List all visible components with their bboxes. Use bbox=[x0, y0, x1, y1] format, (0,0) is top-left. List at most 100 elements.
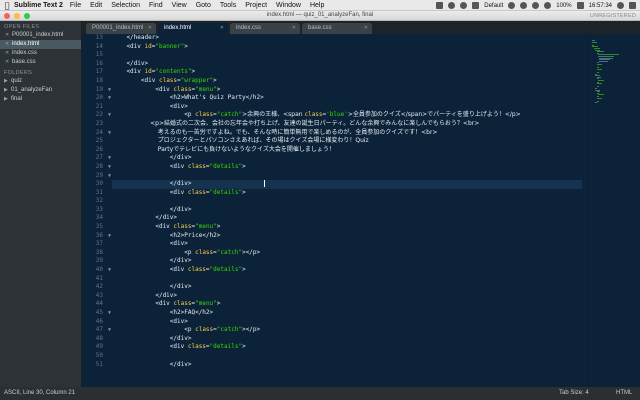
code-line[interactable]: </div> bbox=[112, 361, 582, 370]
code-line[interactable]: </div> bbox=[112, 214, 582, 223]
notification-center-icon[interactable] bbox=[629, 2, 636, 9]
code-line[interactable] bbox=[112, 275, 582, 284]
fold-arrow-icon[interactable]: ▼ bbox=[108, 129, 111, 138]
code-line[interactable]: <h2>Price</h2> bbox=[112, 232, 582, 241]
tab-index-css[interactable]: index.css ✕ bbox=[230, 23, 300, 34]
fold-arrow-icon[interactable]: ▼ bbox=[108, 94, 111, 103]
code-line[interactable]: </div> bbox=[112, 283, 582, 292]
syntax-selector[interactable]: HTML bbox=[616, 390, 632, 396]
fold-arrow-icon[interactable]: ▼ bbox=[108, 86, 111, 95]
code-line[interactable]: <div> bbox=[112, 240, 582, 249]
code-line[interactable]: 考えるのも一苦労ですよね。でも、そんな時に簡単無用で楽しめるのが、全員参加のクイ… bbox=[112, 129, 582, 138]
close-file-icon[interactable]: ✕ bbox=[5, 32, 9, 39]
close-tab-icon[interactable]: ✕ bbox=[220, 25, 224, 31]
sidebar-open-file-index-html[interactable]: ✕ index.html bbox=[0, 40, 81, 49]
menu-help[interactable]: Help bbox=[310, 2, 324, 9]
fold-arrow-icon[interactable]: ▼ bbox=[108, 326, 111, 335]
close-tab-icon[interactable]: ✕ bbox=[148, 25, 152, 31]
code-line[interactable]: プロジェクターとパソコンさえあれば、その場はクイズ会場に様変わり！Quiz bbox=[112, 137, 582, 146]
bluetooth-icon[interactable] bbox=[508, 2, 516, 9]
code-line[interactable]: </div> bbox=[112, 335, 582, 344]
code-line[interactable]: <div class="details"> bbox=[112, 189, 582, 198]
disclosure-triangle-icon[interactable]: ▶ bbox=[4, 96, 11, 103]
close-tab-icon[interactable]: ✕ bbox=[364, 25, 368, 31]
code-line[interactable]: <div class="details"> bbox=[112, 163, 582, 172]
input-method-icon[interactable] bbox=[436, 2, 444, 9]
battery-percent[interactable]: 100% bbox=[556, 3, 571, 9]
code-line[interactable]: <p>結婚式の二次会、会社の忘年会や打ち上げ、友達の誕生日パーティ。どんな余興で… bbox=[112, 120, 582, 129]
code-line[interactable] bbox=[112, 197, 582, 206]
sidebar-open-file-index-css[interactable]: ✕ index.css bbox=[0, 49, 81, 58]
fold-arrow-icon[interactable]: ▼ bbox=[108, 111, 111, 120]
fold-arrow-icon[interactable]: ▼ bbox=[108, 266, 111, 275]
clock[interactable]: 16:57:34 bbox=[589, 3, 612, 9]
fold-arrow-icon[interactable]: ▼ bbox=[108, 309, 111, 318]
menu-tools[interactable]: Tools bbox=[220, 2, 236, 9]
code-line[interactable]: </header> bbox=[112, 34, 582, 43]
app-tray-icon[interactable] bbox=[472, 2, 480, 9]
spotlight-search-icon[interactable] bbox=[617, 2, 624, 9]
code-area[interactable]: </header> <div id="banner"> </div> <div … bbox=[112, 34, 582, 369]
code-line[interactable]: <div class="details"> bbox=[112, 266, 582, 275]
menu-project[interactable]: Project bbox=[245, 2, 267, 9]
code-line[interactable] bbox=[112, 352, 582, 361]
battery-icon[interactable] bbox=[576, 2, 584, 9]
menu-window[interactable]: Window bbox=[276, 2, 301, 9]
code-line[interactable]: <p class="catch"></p> bbox=[112, 326, 582, 335]
menu-goto[interactable]: Goto bbox=[196, 2, 211, 9]
fold-arrow-icon[interactable]: ▼ bbox=[108, 154, 111, 163]
menu-edit[interactable]: Edit bbox=[90, 2, 102, 9]
close-file-icon[interactable]: ✕ bbox=[5, 41, 9, 48]
apple-menu-icon[interactable]:  bbox=[0, 1, 14, 10]
code-line[interactable]: <div> bbox=[112, 318, 582, 327]
code-line[interactable]: </div> bbox=[112, 257, 582, 266]
wifi-icon[interactable] bbox=[532, 2, 540, 9]
menu-find[interactable]: Find bbox=[149, 2, 163, 9]
dropbox-icon[interactable] bbox=[448, 2, 456, 9]
code-line[interactable]: <div class="menu"> bbox=[112, 300, 582, 309]
minimap[interactable] bbox=[587, 34, 640, 387]
display-profile-label[interactable]: Default bbox=[484, 3, 503, 9]
sidebar-folder-final[interactable]: ▶ final bbox=[0, 95, 81, 104]
time-machine-icon[interactable] bbox=[520, 2, 528, 9]
tab-size-selector[interactable]: Tab Size: 4 bbox=[559, 390, 589, 396]
code-line[interactable]: </div> bbox=[112, 292, 582, 301]
code-line[interactable]: Partyでテレビにも負けないようなクイズ大会を開催しましょう！ bbox=[112, 146, 582, 155]
close-tab-icon[interactable]: ✕ bbox=[292, 25, 296, 31]
code-line[interactable]: <div id="banner"> bbox=[112, 43, 582, 52]
code-line[interactable]: <div class="menu"> bbox=[112, 223, 582, 232]
fold-arrow-icon[interactable]: ▼ bbox=[108, 172, 111, 181]
close-file-icon[interactable]: ✕ bbox=[5, 50, 9, 57]
app-menu[interactable]: Sublime Text 2 bbox=[14, 2, 63, 9]
menu-selection[interactable]: Selection bbox=[111, 2, 140, 9]
code-line[interactable] bbox=[112, 51, 582, 60]
code-line[interactable]: <div class="menu"> bbox=[112, 86, 582, 95]
code-line[interactable]: <p class="catch">余興の王様、<span class='blue… bbox=[112, 111, 582, 120]
sidebar-open-file-base-css[interactable]: ✕ base.css bbox=[0, 58, 81, 67]
disclosure-triangle-icon[interactable]: ▶ bbox=[4, 78, 11, 85]
sidebar-open-file-p00001[interactable]: ✕ P00001_index.html bbox=[0, 31, 81, 40]
code-line[interactable]: </div> bbox=[112, 180, 582, 189]
code-line[interactable]: </div> bbox=[112, 206, 582, 215]
code-line[interactable]: </div> bbox=[112, 60, 582, 69]
close-file-icon[interactable]: ✕ bbox=[5, 59, 9, 66]
tab-index-html[interactable]: index.html ✕ bbox=[158, 23, 228, 34]
fold-arrow-icon[interactable]: ▼ bbox=[108, 232, 111, 241]
code-line[interactable]: </div> bbox=[112, 154, 582, 163]
menu-view[interactable]: View bbox=[172, 2, 187, 9]
fold-arrow-icon[interactable]: ▼ bbox=[108, 163, 111, 172]
code-line[interactable]: <div class="details"> bbox=[112, 343, 582, 352]
code-line[interactable]: <h2>What's Quiz Party</h2> bbox=[112, 94, 582, 103]
code-line[interactable]: <div class="wrapper"> bbox=[112, 77, 582, 86]
sidebar-folder-01-analyzefan[interactable]: ▶ 01_analyzeFan bbox=[0, 86, 81, 95]
tab-p00001-index-html[interactable]: P00001_index.html ✕ bbox=[86, 23, 156, 34]
code-editor[interactable]: 13 14 15 16 17 18 19 ▼ 20 ▼ 21 22 ▼ 23 24 ▼ 25 26 27 ▼ 28 ▼ 29… bbox=[82, 34, 587, 387]
sidebar-folder-quiz[interactable]: ▶ quiz bbox=[0, 77, 81, 86]
tab-base-css[interactable]: base.css ✕ bbox=[302, 23, 372, 34]
code-line[interactable]: <p class="catch"></p> bbox=[112, 249, 582, 258]
cloud-icon[interactable] bbox=[460, 2, 468, 9]
menu-file[interactable]: File bbox=[70, 2, 81, 9]
code-line[interactable]: <div id="contents"> bbox=[112, 68, 582, 77]
code-line[interactable]: <h2>FAQ</h2> bbox=[112, 309, 582, 318]
code-line[interactable] bbox=[112, 172, 582, 181]
